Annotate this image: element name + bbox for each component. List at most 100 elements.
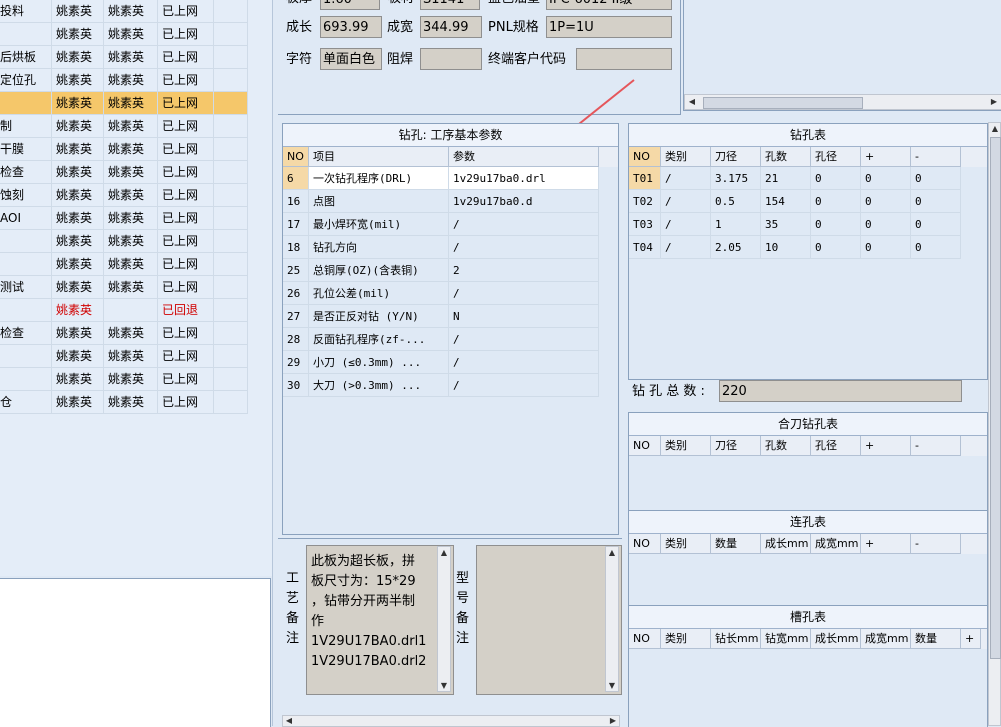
connect-table-panel: 连孔表 NO 类别 数量 成长mm 成宽mm + -: [628, 510, 988, 606]
column-header: 孔径: [811, 147, 861, 167]
model-scroll-up-icon[interactable]: ▲: [607, 548, 617, 557]
model-label-char: 号: [456, 591, 470, 606]
combo-table-panel: 合刀钻孔表 NO 类别 刀径 孔数 孔径 + -: [628, 412, 988, 511]
table-row[interactable]: T01/3.175 21 0 0 0: [629, 167, 961, 190]
drill-total-field[interactable]: 220: [719, 380, 962, 402]
param-item: 大刀 (>0.3mm) ...: [309, 374, 449, 397]
column-header: 成宽mm: [861, 629, 911, 649]
param-no: 17: [283, 213, 309, 236]
drill-cell: 0: [911, 167, 961, 190]
connect-table-header: NO 类别 数量 成长mm 成宽mm + -: [629, 534, 987, 554]
remark-line: 1V29U17BA0.drl1: [311, 634, 427, 649]
scroll-up-icon[interactable]: ▲: [990, 124, 1000, 133]
model-scroll-down-icon[interactable]: ▼: [607, 681, 617, 690]
model-remark-label: 型号备注: [456, 569, 472, 649]
column-header: 成长mm: [811, 629, 861, 649]
param-no: 29: [283, 351, 309, 374]
table-row[interactable]: 26 孔位公差(mil) /: [283, 282, 599, 305]
drill-cell: 10: [761, 236, 811, 259]
table-row[interactable]: T04/2.05 10 0 0 0: [629, 236, 961, 259]
drill-cell: 0: [811, 190, 861, 213]
param-no: 27: [283, 305, 309, 328]
column-header: NO: [629, 436, 661, 456]
column-header: NO: [629, 629, 661, 649]
param-value: /: [449, 374, 599, 397]
process-label-char: 艺: [286, 591, 300, 606]
table-row[interactable]: 6 一次钻孔程序(DRL) 1v29u17ba0.drl: [283, 167, 599, 190]
column-header: 刀径: [711, 436, 761, 456]
right-scroll-thumb[interactable]: [990, 137, 1001, 659]
model-remark-scrollbar[interactable]: ▲ ▼: [605, 546, 619, 692]
drill-cell: 3.175: [711, 167, 761, 190]
param-value: N: [449, 305, 599, 328]
column-header: 类别: [661, 534, 711, 554]
params-header: NO 项目 参数: [283, 147, 618, 167]
column-header: 孔数: [761, 436, 811, 456]
drill-cell: T04: [629, 236, 661, 259]
column-header: +: [861, 147, 911, 167]
param-item: 最小焊环宽(mil): [309, 213, 449, 236]
param-value: /: [449, 282, 599, 305]
slot-table-header: NO 类别 钻长mm 钻宽mm 成长mm 成宽mm 数量 +: [629, 629, 987, 649]
params-header-val: 参数: [449, 147, 599, 167]
drill-params-panel: 钻孔: 工序基本参数 NO 项目 参数 6 一次钻孔程序(DRL) 1v29u17b…: [282, 123, 619, 535]
column-header: NO: [629, 147, 661, 167]
process-remark-scrollbar[interactable]: ▲ ▼: [437, 546, 451, 692]
table-row[interactable]: 17 最小焊环宽(mil) /: [283, 213, 599, 236]
table-row[interactable]: 30 大刀 (>0.3mm) ... /: [283, 374, 599, 397]
drill-table-title: 钻孔表: [629, 124, 987, 147]
drill-cell: 0: [811, 167, 861, 190]
table-row[interactable]: 29 小刀 (≤0.3mm) ... /: [283, 351, 599, 374]
remarks-area: 工艺备注 此板为超长板，拼 板尺寸为：15*29 ，钻带分开两半制作 1V29U17B…: [278, 538, 622, 727]
param-no: 16: [283, 190, 309, 213]
table-row[interactable]: 16 点图 1v29u17ba0.d: [283, 190, 599, 213]
remark-scroll-down-icon[interactable]: ▼: [439, 681, 449, 690]
param-no: 26: [283, 282, 309, 305]
right-vertical-scrollbar[interactable]: ▲: [988, 122, 1001, 726]
params-header-no: NO: [283, 147, 309, 167]
slot-table-title: 槽孔表: [629, 606, 987, 629]
remarks-scroll-right-icon[interactable]: ▶: [608, 716, 618, 725]
table-row[interactable]: 27 是否正反对钻 (Y/N) N: [283, 305, 599, 328]
table-row[interactable]: 28 反面钻孔程序(zf-... /: [283, 328, 599, 351]
drill-cell: T03: [629, 213, 661, 236]
remark-line: 板尺寸为：15*29: [311, 574, 416, 589]
model-label-char: 型: [456, 571, 470, 586]
drill-cell: 0: [861, 213, 911, 236]
drill-cell: /: [661, 213, 711, 236]
column-header: -: [911, 147, 961, 167]
process-label-char: 注: [286, 631, 300, 646]
drill-cell: 0: [911, 213, 961, 236]
table-row[interactable]: 18 钻孔方向 /: [283, 236, 599, 259]
param-no: 18: [283, 236, 309, 259]
remark-line: 此板为超长板，拼: [311, 554, 416, 569]
process-remark-box[interactable]: 此板为超长板，拼 板尺寸为：15*29 ，钻带分开两半制作 1V29U17BA0.dr…: [306, 545, 454, 695]
param-no: 6: [283, 167, 309, 190]
remarks-scroll-left-icon[interactable]: ◀: [284, 716, 294, 725]
drill-cell: /: [661, 190, 711, 213]
remark-line: ，钻带分开两半制: [311, 594, 416, 609]
process-label-char: 工: [286, 571, 300, 586]
column-header: 钻宽mm: [761, 629, 811, 649]
column-header: 成长mm: [761, 534, 811, 554]
drill-cell: 0: [911, 190, 961, 213]
drill-cell: 35: [761, 213, 811, 236]
column-header: -: [911, 534, 961, 554]
param-item: 钻孔方向: [309, 236, 449, 259]
param-value: 2: [449, 259, 599, 282]
drill-cell: 154: [761, 190, 811, 213]
column-header: +: [961, 629, 981, 649]
remark-scroll-up-icon[interactable]: ▲: [439, 548, 449, 557]
param-value: /: [449, 328, 599, 351]
drill-cell: 0.5: [711, 190, 761, 213]
table-row[interactable]: 25 总铜厚(OZ)(含表铜) 2: [283, 259, 599, 282]
model-remark-box[interactable]: ▲ ▼: [476, 545, 622, 695]
process-remark-label: 工艺备注: [286, 569, 302, 649]
table-row[interactable]: T03/1 35 0 0 0: [629, 213, 961, 236]
table-row[interactable]: T02/0.5 154 0 0 0: [629, 190, 961, 213]
process-label-char: 备: [286, 611, 300, 626]
model-label-char: 注: [456, 631, 470, 646]
remarks-horizontal-scrollbar[interactable]: ◀ ▶: [282, 715, 620, 727]
params-header-item: 项目: [309, 147, 449, 167]
drill-cell: T02: [629, 190, 661, 213]
